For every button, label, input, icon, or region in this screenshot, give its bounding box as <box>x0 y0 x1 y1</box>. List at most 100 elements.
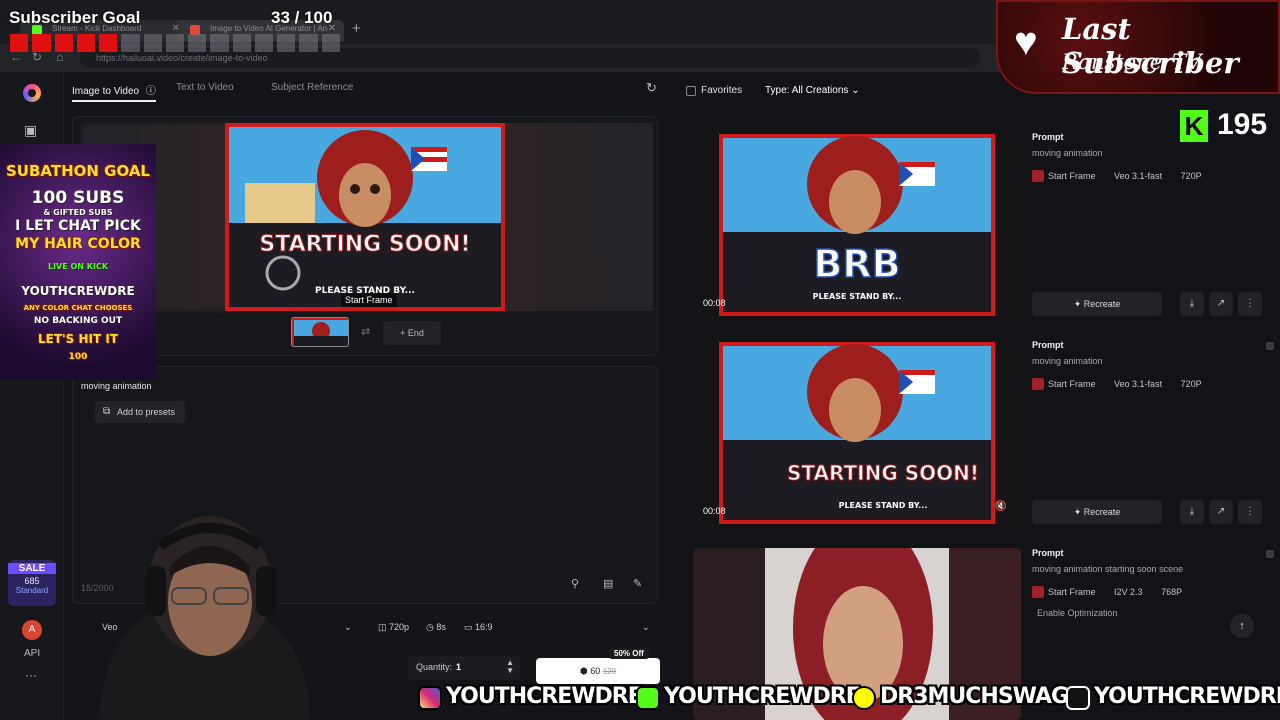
tiktok-icon <box>1066 686 1090 710</box>
more-icon[interactable]: ··· <box>25 668 37 682</box>
share-icon[interactable]: ↗ <box>1209 500 1233 524</box>
active-tab-underline <box>72 100 156 102</box>
location-icon[interactable]: ⚲ <box>571 577 579 590</box>
tab-subject-reference[interactable]: Subject Reference <box>271 82 353 93</box>
progress-segment <box>121 34 140 52</box>
creation-meta: Start Frame Veo 3.1-fast 720P <box>1032 378 1202 390</box>
kick-follower-count: K 195 <box>1180 108 1276 144</box>
kick-handle: YOUTHCREWDRE <box>664 684 861 709</box>
add-to-presets-button[interactable]: ⧉ Add to presets <box>95 401 186 423</box>
scroll-to-top-button[interactable]: ↑ <box>1230 614 1254 638</box>
progress-segment <box>299 34 318 52</box>
sub-goal-progress-bar <box>10 34 340 52</box>
progress-segment <box>165 34 185 52</box>
tiktok-handle: YOUTHCREWDRE <box>1094 684 1280 709</box>
video-duration: 00:08 <box>703 506 726 516</box>
presets-icon: ⧉ <box>103 406 111 417</box>
share-icon[interactable]: ↗ <box>1209 292 1233 316</box>
creation-card: STARTING SOON! PLEASE STAND BY... 00:08 … <box>693 340 1274 534</box>
sale-badge[interactable]: SALE 685 Standard <box>8 560 56 606</box>
mute-icon[interactable]: 🔇 <box>995 501 1007 512</box>
start-frame-label: Start Frame <box>341 293 397 307</box>
blurred-background <box>505 123 653 311</box>
tab-text-to-video[interactable]: Text to Video <box>176 82 234 93</box>
social-handles-bar: YOUTHCREWDRE YOUTHCREWDRE DR3MUCHSWAG YO… <box>414 680 1280 720</box>
chevron-down-icon: ⌄ <box>851 85 860 96</box>
progress-segment <box>277 34 296 52</box>
favorites-checkbox[interactable] <box>686 86 696 96</box>
start-frame-image[interactable]: STARTING SOON! PLEASE STAND BY... <box>225 123 505 311</box>
new-tab-icon[interactable]: + <box>352 20 361 37</box>
creation-video[interactable]: BRB PLEASE STAND BY... 00:08 <box>693 132 1021 318</box>
info-icon[interactable]: ⓘ <box>146 86 156 97</box>
webcam-feed <box>100 516 310 720</box>
progress-segment <box>210 34 229 52</box>
prompt-text: moving animation <box>1032 356 1103 366</box>
magic-wand-icon[interactable]: ✎ <box>633 577 642 590</box>
swap-frames-icon[interactable]: ⇄ <box>361 325 370 338</box>
tab-image-to-video[interactable]: Image to Video ⓘ <box>72 82 156 102</box>
download-icon[interactable]: ⤓ <box>1180 292 1204 316</box>
favorites-label[interactable]: Favorites <box>701 85 742 96</box>
instagram-icon <box>418 686 442 710</box>
subathon-goal-poster: SUBATHON GOAL 100 SUBS & GIFTED SUBS I L… <box>0 144 156 380</box>
progress-segment <box>99 34 118 52</box>
ratio-value[interactable]: ▭ 16:9 <box>464 622 493 633</box>
frame-thumbnail <box>1032 378 1044 390</box>
progress-segment <box>143 34 162 52</box>
progress-segment <box>76 34 96 52</box>
discount-badge: 50% Off <box>609 648 649 659</box>
video-sub-text: PLEASE STAND BY... <box>813 292 902 301</box>
api-link[interactable]: API <box>24 648 40 659</box>
progress-segment <box>188 34 207 52</box>
creation-video[interactable]: STARTING SOON! PLEASE STAND BY... 00:08 … <box>693 340 1021 526</box>
hailuo-logo-icon[interactable] <box>23 84 41 102</box>
recreate-button[interactable]: ✦ Recreate <box>1032 292 1162 316</box>
snapchat-icon <box>852 686 876 710</box>
kick-icon <box>636 686 660 710</box>
refresh-icon[interactable]: ↻ <box>646 80 657 96</box>
creation-card: BRB PLEASE STAND BY... 00:08 Prompt movi… <box>693 132 1273 326</box>
subscriber-goal-overlay: Subscriber Goal 33 / 100 <box>0 0 350 56</box>
frame-thumbnail <box>1032 586 1044 598</box>
progress-segment <box>321 34 340 52</box>
progress-segment <box>254 34 274 52</box>
snapchat-handle: DR3MUCHSWAG <box>880 684 1069 709</box>
copy-icon[interactable] <box>1266 342 1274 350</box>
credits-icon: ⬢ <box>579 666 588 676</box>
chevron-down-icon[interactable]: ⌄ <box>642 622 650 633</box>
kick-logo-icon: K <box>1180 110 1208 142</box>
video-overlay-text: STARTING SOON! <box>787 461 979 485</box>
resolution-value[interactable]: ◫ 720p <box>378 622 409 633</box>
start-frame-thumbnail[interactable] <box>291 317 349 347</box>
video-sub-text: PLEASE STAND BY... <box>839 501 928 510</box>
recreate-button[interactable]: ✦ Recreate <box>1032 500 1162 524</box>
prompt-input[interactable]: moving animation <box>81 381 152 391</box>
progress-segment <box>32 34 51 52</box>
instagram-handle: YOUTHCREWDRE <box>446 684 643 709</box>
frame-stage: STARTING SOON! PLEASE STAND BY... Start … <box>72 116 658 356</box>
add-end-frame-button[interactable]: + End <box>383 321 441 345</box>
avatar[interactable]: A <box>22 620 42 640</box>
last-sub-name: RanstonerTV <box>1062 50 1202 74</box>
type-filter[interactable]: Type: All Creations ⌄ <box>765 85 860 96</box>
duration-value[interactable]: ◷ 8s <box>426 622 446 633</box>
sub-goal-count: 33 / 100 <box>271 8 333 27</box>
gallery-icon[interactable]: ▤ <box>603 577 613 590</box>
download-icon[interactable]: ⤓ <box>1180 500 1204 524</box>
thumbnail-headline: STARTING SOON! <box>259 232 470 257</box>
creation-meta: Start Frame Veo 3.1-fast 720P <box>1032 170 1202 182</box>
creations-panel: Favorites Type: All Creations ⌄ BRB PLEA… <box>668 72 1280 720</box>
quantity-stepper[interactable]: Quantity: 1 ▲ ▼ <box>408 656 520 680</box>
prompt-label: Prompt <box>1032 548 1064 558</box>
prompt-text: moving animation starting soon scene <box>1032 564 1184 574</box>
more-options-icon[interactable]: ⋮ <box>1238 292 1262 316</box>
video-overlay-text: BRB <box>813 242 900 286</box>
enable-optimization[interactable]: Enable Optimization <box>1037 608 1118 618</box>
more-options-icon[interactable]: ⋮ <box>1238 500 1262 524</box>
copy-icon[interactable] <box>1266 550 1274 558</box>
stepper-arrows-icon[interactable]: ▲ ▼ <box>506 659 514 675</box>
progress-segment <box>10 34 29 52</box>
prompt-label: Prompt <box>1032 132 1064 142</box>
calendar-icon[interactable]: ▣ <box>24 122 37 139</box>
